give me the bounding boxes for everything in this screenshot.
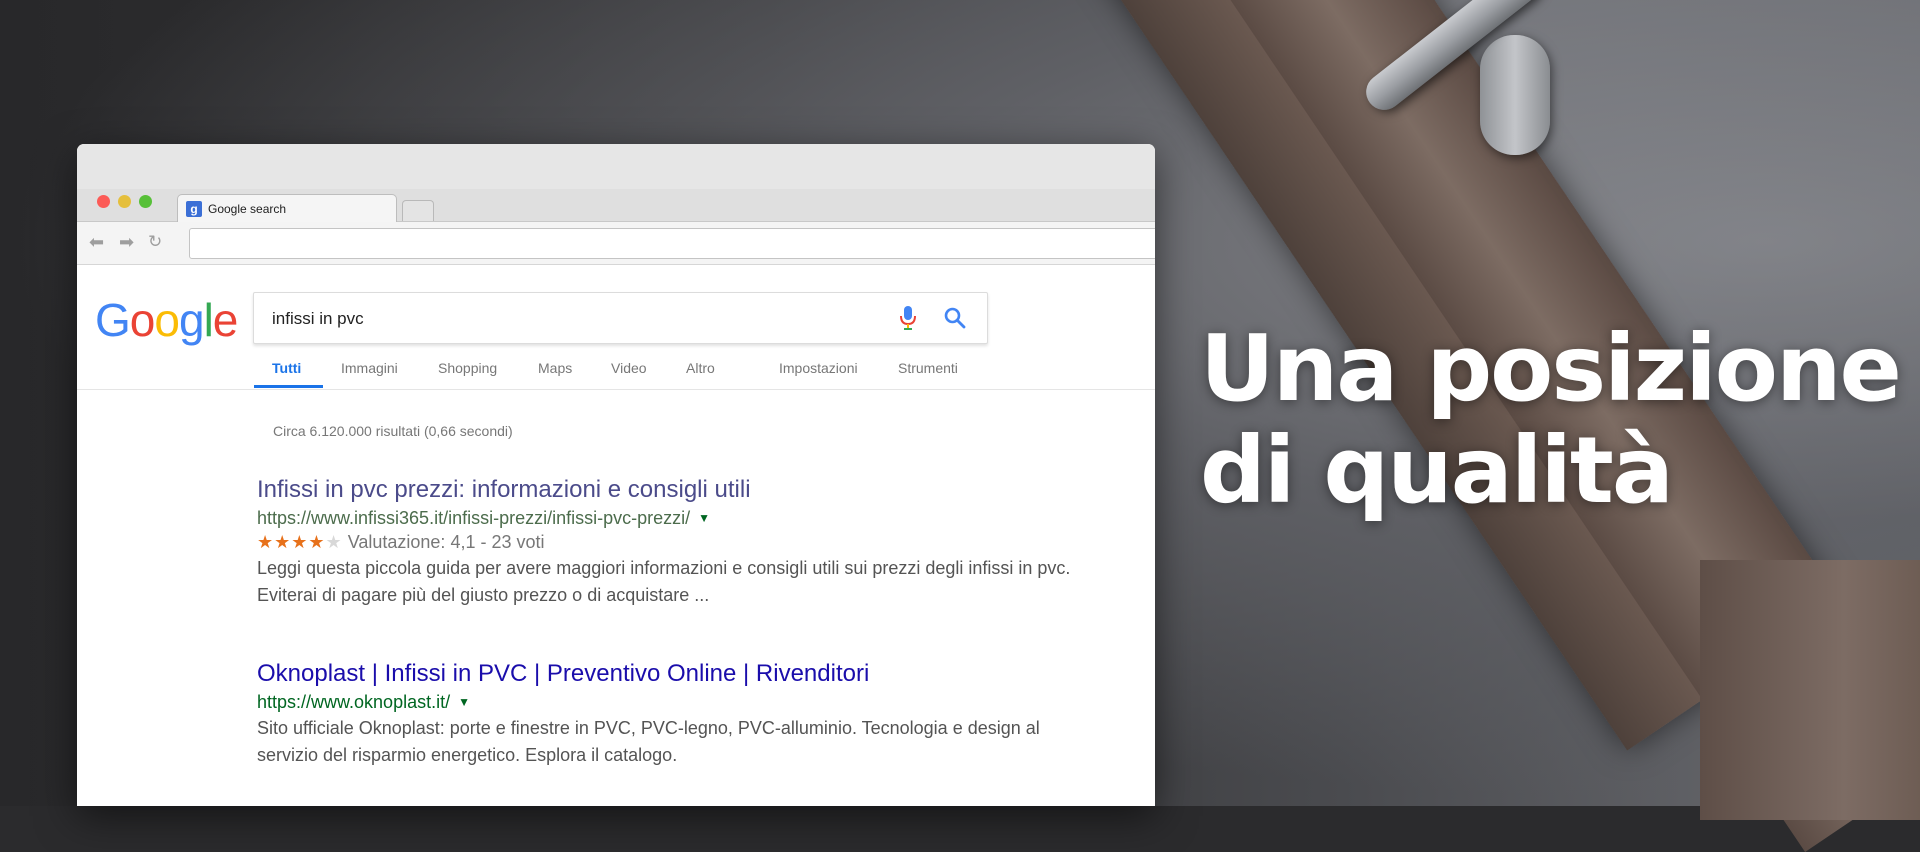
reload-icon[interactable]: ↻	[148, 232, 162, 252]
browser-window: g Google search ⬅ ➡ ↻ Google infissi in …	[77, 144, 1155, 806]
rating-stars-filled: ★★★★	[257, 532, 326, 552]
logo-letter: g	[178, 294, 205, 346]
rating-stars-empty: ★	[325, 532, 343, 552]
minimize-window-button[interactable]	[118, 195, 131, 208]
new-tab-button[interactable]	[402, 200, 434, 221]
arrow-left-icon[interactable]: ⬅	[89, 232, 104, 253]
active-tab-indicator	[254, 385, 323, 388]
headline-line-1: Una posizione	[1200, 315, 1902, 422]
logo-letter: o	[154, 294, 180, 346]
headline: Una posizione di qualità	[1200, 315, 1902, 524]
logo-letter: o	[129, 294, 156, 346]
result-rating: ★★★★★ Valutazione: 4,1 - 23 voti	[257, 532, 1155, 553]
snippet-line: Eviterai di pagare più del giusto prezzo…	[257, 585, 710, 605]
window-handle-base	[1480, 35, 1550, 155]
search-result: Oknoplast | Infissi in PVC | Preventivo …	[257, 660, 1155, 769]
browser-titlebar	[77, 144, 1155, 189]
search-query: infissi in pvc	[272, 309, 364, 328]
microphone-icon[interactable]	[899, 305, 917, 331]
tab-shopping[interactable]: Shopping	[438, 360, 497, 376]
maximize-window-button[interactable]	[139, 195, 152, 208]
logo-letter: l	[203, 294, 214, 346]
logo-letter: G	[95, 294, 131, 346]
result-url: https://www.infissi365.it/infissi-prezzi…	[257, 508, 1155, 529]
caret-down-icon[interactable]: ▼	[698, 511, 710, 525]
address-bar[interactable]	[189, 228, 1155, 259]
result-stats: Circa 6.120.000 risultati (0,66 secondi)	[273, 423, 513, 439]
tab-maps[interactable]: Maps	[538, 360, 572, 376]
result-title-link[interactable]: Oknoplast | Infissi in PVC | Preventivo …	[257, 660, 1155, 688]
arrow-right-icon[interactable]: ➡	[119, 232, 134, 253]
result-title-link[interactable]: Infissi in pvc prezzi: informazioni e co…	[257, 476, 1155, 504]
tab-strumenti[interactable]: Strumenti	[898, 360, 958, 376]
snippet-line: servizio del risparmio energetico. Esplo…	[257, 745, 678, 765]
search-icon[interactable]	[943, 306, 967, 330]
google-logo[interactable]: Google	[95, 293, 239, 347]
result-snippet: Sito ufficiale Oknoplast: porte e finest…	[257, 715, 1155, 769]
caret-down-icon[interactable]: ▼	[458, 695, 470, 709]
window-frame-vertical	[1700, 560, 1920, 820]
tab-impostazioni[interactable]: Impostazioni	[779, 360, 858, 376]
result-snippet: Leggi questa piccola guida per avere mag…	[257, 555, 1155, 609]
snippet-line: Sito ufficiale Oknoplast: porte e finest…	[257, 718, 1040, 738]
browser-tab[interactable]: g Google search	[177, 194, 397, 222]
rating-stars: ★★★★★	[257, 532, 343, 552]
tab-tutti[interactable]: Tutti	[272, 360, 301, 376]
result-url: https://www.oknoplast.it/ ▼	[257, 692, 1155, 713]
search-tabs: Tutti Immagini Shopping Maps Video Altro…	[77, 346, 1155, 390]
logo-letter: e	[212, 294, 239, 346]
tab-immagini[interactable]: Immagini	[341, 360, 398, 376]
headline-line-2: di qualità	[1200, 417, 1674, 524]
snippet-line: Leggi questa piccola guida per avere mag…	[257, 558, 1071, 578]
tab-altro[interactable]: Altro	[686, 360, 715, 376]
close-window-button[interactable]	[97, 195, 110, 208]
google-favicon-icon: g	[186, 200, 202, 217]
browser-tab-title: Google search	[208, 201, 287, 216]
search-input[interactable]: infissi in pvc	[253, 292, 988, 344]
search-result: Infissi in pvc prezzi: informazioni e co…	[257, 476, 1155, 609]
result-url-text: https://www.oknoplast.it/	[257, 692, 451, 712]
google-results-page: Google infissi in pvc Tutti Immagini Sho…	[77, 265, 1155, 806]
result-url-text: https://www.infissi365.it/infissi-prezzi…	[257, 508, 691, 528]
rating-text: Valutazione: 4,1 - 23 voti	[347, 532, 545, 552]
tab-video[interactable]: Video	[611, 360, 647, 376]
